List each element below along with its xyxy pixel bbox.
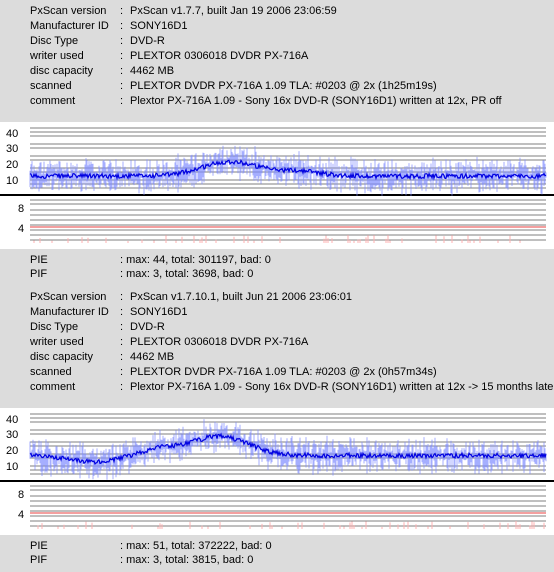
info-value: Plextor PX-716A 1.09 - Sony 16x DVD-R (S… bbox=[130, 95, 502, 107]
scan-1-info-panel: PxScan version: PxScan v1.7.7, built Jan … bbox=[0, 0, 554, 122]
info-key: scanned bbox=[30, 366, 72, 378]
scan-2-graph-svg: 40 30 20 10 8 4 bbox=[0, 413, 554, 529]
info-value: DVD-R bbox=[130, 35, 165, 47]
info-key: Manufacturer ID bbox=[30, 20, 109, 32]
info-value: 4462 MB bbox=[130, 351, 175, 363]
pie-axis-tick: 10 bbox=[6, 461, 18, 473]
pie-axis-tick: 20 bbox=[6, 159, 18, 171]
info-value: SONY16D1 bbox=[130, 20, 188, 32]
stat-key: PIE bbox=[30, 254, 48, 266]
info-value: 4462 MB bbox=[130, 65, 175, 77]
stat-value: : max: 44, total: 301197, bad: 0 bbox=[120, 254, 271, 266]
info-value: DVD-R bbox=[130, 321, 165, 333]
pif-axis-tick: 8 bbox=[18, 203, 24, 215]
scan-1-graph-svg: 40 30 20 10 8 4 bbox=[0, 127, 554, 243]
pie-axis-tick: 30 bbox=[6, 429, 18, 441]
stat-value: : max: 51, total: 372222, bad: 0 bbox=[120, 540, 272, 552]
pif-axis-tick: 8 bbox=[18, 489, 24, 501]
pie-axis-tick: 40 bbox=[6, 414, 18, 426]
pie-axis-tick: 10 bbox=[6, 175, 18, 187]
info-key: writer used bbox=[30, 336, 84, 348]
info-value: SONY16D1 bbox=[130, 306, 188, 318]
info-value: PxScan v1.7.7, built Jan 19 2006 23:06:5… bbox=[130, 5, 337, 17]
pif-spikes bbox=[33, 235, 521, 243]
stat-key: PIF bbox=[30, 554, 48, 566]
info-key: writer used bbox=[30, 50, 84, 62]
pie-band bbox=[29, 419, 547, 480]
info-key: comment bbox=[30, 381, 76, 393]
scan-2-graph: 40 30 20 10 8 4 bbox=[0, 408, 554, 535]
info-key: comment bbox=[30, 95, 76, 107]
info-key: PxScan version bbox=[30, 5, 107, 17]
info-value: PLEXTOR DVDR PX-716A 1.09 TLA: #0203 @ 2… bbox=[130, 80, 437, 92]
info-value: PLEXTOR 0306018 DVDR PX-716A bbox=[130, 50, 309, 62]
pie-band bbox=[29, 145, 547, 196]
info-key: Disc Type bbox=[30, 321, 79, 333]
pif-spikes bbox=[37, 521, 545, 529]
info-key: disc capacity bbox=[30, 65, 93, 77]
info-key: disc capacity bbox=[30, 351, 93, 363]
stat-value: : max: 3, total: 3698, bad: 0 bbox=[120, 268, 254, 280]
pif-axis-tick: 4 bbox=[18, 223, 24, 235]
info-key: Manufacturer ID bbox=[30, 306, 109, 318]
pie-axis-tick: 20 bbox=[6, 445, 18, 457]
info-value: Plextor PX-716A 1.09 - Sony 16x DVD-R (S… bbox=[130, 381, 554, 393]
info-value: PxScan v1.7.10.1, built Jun 21 2006 23:0… bbox=[130, 291, 352, 303]
stat-value: : max: 3, total: 3815, bad: 0 bbox=[120, 554, 254, 566]
scan-2-info-panel: PxScan version: PxScan v1.7.10.1, built J… bbox=[0, 286, 554, 398]
pif-axis-tick: 4 bbox=[18, 509, 24, 521]
info-key: Disc Type bbox=[30, 35, 79, 47]
pie-axis-tick: 40 bbox=[6, 128, 18, 140]
info-value: PLEXTOR 0306018 DVDR PX-716A bbox=[130, 336, 309, 348]
pie-axis-tick: 30 bbox=[6, 143, 18, 155]
stat-key: PIE bbox=[30, 540, 48, 552]
info-value: PLEXTOR DVDR PX-716A 1.09 TLA: #0203 @ 2… bbox=[130, 366, 437, 378]
stat-key: PIF bbox=[30, 268, 48, 280]
info-key: PxScan version bbox=[30, 291, 107, 303]
info-key: scanned bbox=[30, 80, 72, 92]
scan-1-graph: 40 30 20 10 8 4 bbox=[0, 122, 554, 249]
